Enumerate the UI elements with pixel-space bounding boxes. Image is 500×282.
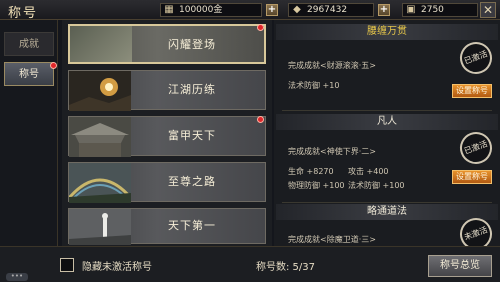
title-card[interactable]: 闪耀登场 xyxy=(68,24,266,64)
title-name: 至尊之路 xyxy=(168,175,216,188)
title-list: 闪耀登场 江湖历练 富甲天下 至尊之路 天下第一 xyxy=(62,20,272,246)
title-thumbnail xyxy=(70,26,132,62)
detail-condition: 完成成就<神使下界·二> xyxy=(288,147,376,156)
close-button[interactable]: ✕ xyxy=(480,2,496,18)
ticket-resource: ▣ 2750 xyxy=(402,3,478,17)
title-card[interactable]: 江湖历练 xyxy=(68,70,266,111)
tab-achievements[interactable]: 成就 xyxy=(4,32,54,56)
title-count: 称号数: 5/37 xyxy=(256,262,316,273)
detail-stat: 法术防御 +100 xyxy=(348,181,405,190)
activated-stamp: 已激活 xyxy=(455,37,497,79)
detail-condition: 完成成就<除魔卫道·三> xyxy=(288,235,376,244)
title-name: 江湖历练 xyxy=(168,83,216,96)
ticket-icon: ▣ xyxy=(406,4,416,15)
diamond-resource: ◆ 2967432 xyxy=(288,3,374,17)
title-thumbnail xyxy=(63,163,137,204)
title-name: 天下第一 xyxy=(168,219,216,232)
detail-title-name: 略通道法 xyxy=(276,204,498,220)
title-card[interactable]: 天下第一 xyxy=(68,208,266,245)
title-card-badge xyxy=(257,116,264,123)
tab-titles[interactable]: 称号 xyxy=(4,62,54,86)
title-name: 闪耀登场 xyxy=(168,38,216,51)
set-title-button[interactable]: 设置称号 xyxy=(452,170,492,184)
title-thumbnail xyxy=(69,117,131,157)
title-thumbnail xyxy=(69,209,131,245)
detail-section: 略通道法 完成成就<除魔卫道·三> 未激活 xyxy=(276,204,498,246)
add-gold-button[interactable]: + xyxy=(266,4,278,16)
gold-resource: ▦ 100000金 xyxy=(160,3,262,17)
page-title: 称号 xyxy=(8,6,39,21)
detail-stat: 生命 +8270 xyxy=(288,167,334,176)
title-name: 富甲天下 xyxy=(168,129,216,142)
detail-stat: 法术防御 +10 xyxy=(288,81,340,90)
close-icon: ✕ xyxy=(482,3,494,17)
hide-inactive-label: 隐藏未激活称号 xyxy=(82,262,152,273)
title-card-badge xyxy=(257,24,264,31)
title-card[interactable]: 至尊之路 xyxy=(63,162,266,204)
detail-stat: 物理防御 +100 xyxy=(288,181,345,190)
title-card[interactable]: 富甲天下 xyxy=(68,116,266,157)
set-title-button[interactable]: 设置称号 xyxy=(452,84,492,98)
diamond-icon: ◆ xyxy=(293,4,301,15)
activated-stamp: 已激活 xyxy=(455,127,497,169)
detail-section: 凡人 完成成就<神使下界·二> 生命 +8270 攻击 +400 物理防御 +1… xyxy=(276,114,498,204)
category-tabs: 成就 称号 xyxy=(0,20,58,246)
title-thumbnail xyxy=(69,71,131,111)
chat-icon[interactable]: ••• xyxy=(6,273,28,281)
detail-section: 腰缠万贯 完成成就<财源滚滚·五> 法术防御 +10 已激活 设置称号 xyxy=(276,24,498,106)
detail-stat: 攻击 +400 xyxy=(348,167,389,176)
divider xyxy=(282,202,492,203)
divider xyxy=(282,110,492,111)
title-detail-panel: 腰缠万贯 完成成就<财源滚滚·五> 法术防御 +10 已激活 设置称号 凡人 完… xyxy=(274,20,500,246)
top-bar: 称号 ▦ 100000金 + ◆ 2967432 + ▣ 2750 ✕ xyxy=(0,0,500,21)
detail-title-name: 腰缠万贯 xyxy=(276,24,498,40)
add-diamond-button[interactable]: + xyxy=(378,4,390,16)
bottom-bar: 隐藏未激活称号 称号数: 5/37 称号总览 ••• xyxy=(0,246,500,282)
tab-titles-badge xyxy=(50,62,57,69)
title-overview-button[interactable]: 称号总览 xyxy=(428,255,492,277)
hide-inactive-checkbox[interactable] xyxy=(60,258,74,272)
detail-condition: 完成成就<财源滚滚·五> xyxy=(288,61,376,70)
gold-icon: ▦ xyxy=(164,4,174,15)
detail-title-name: 凡人 xyxy=(276,114,498,130)
